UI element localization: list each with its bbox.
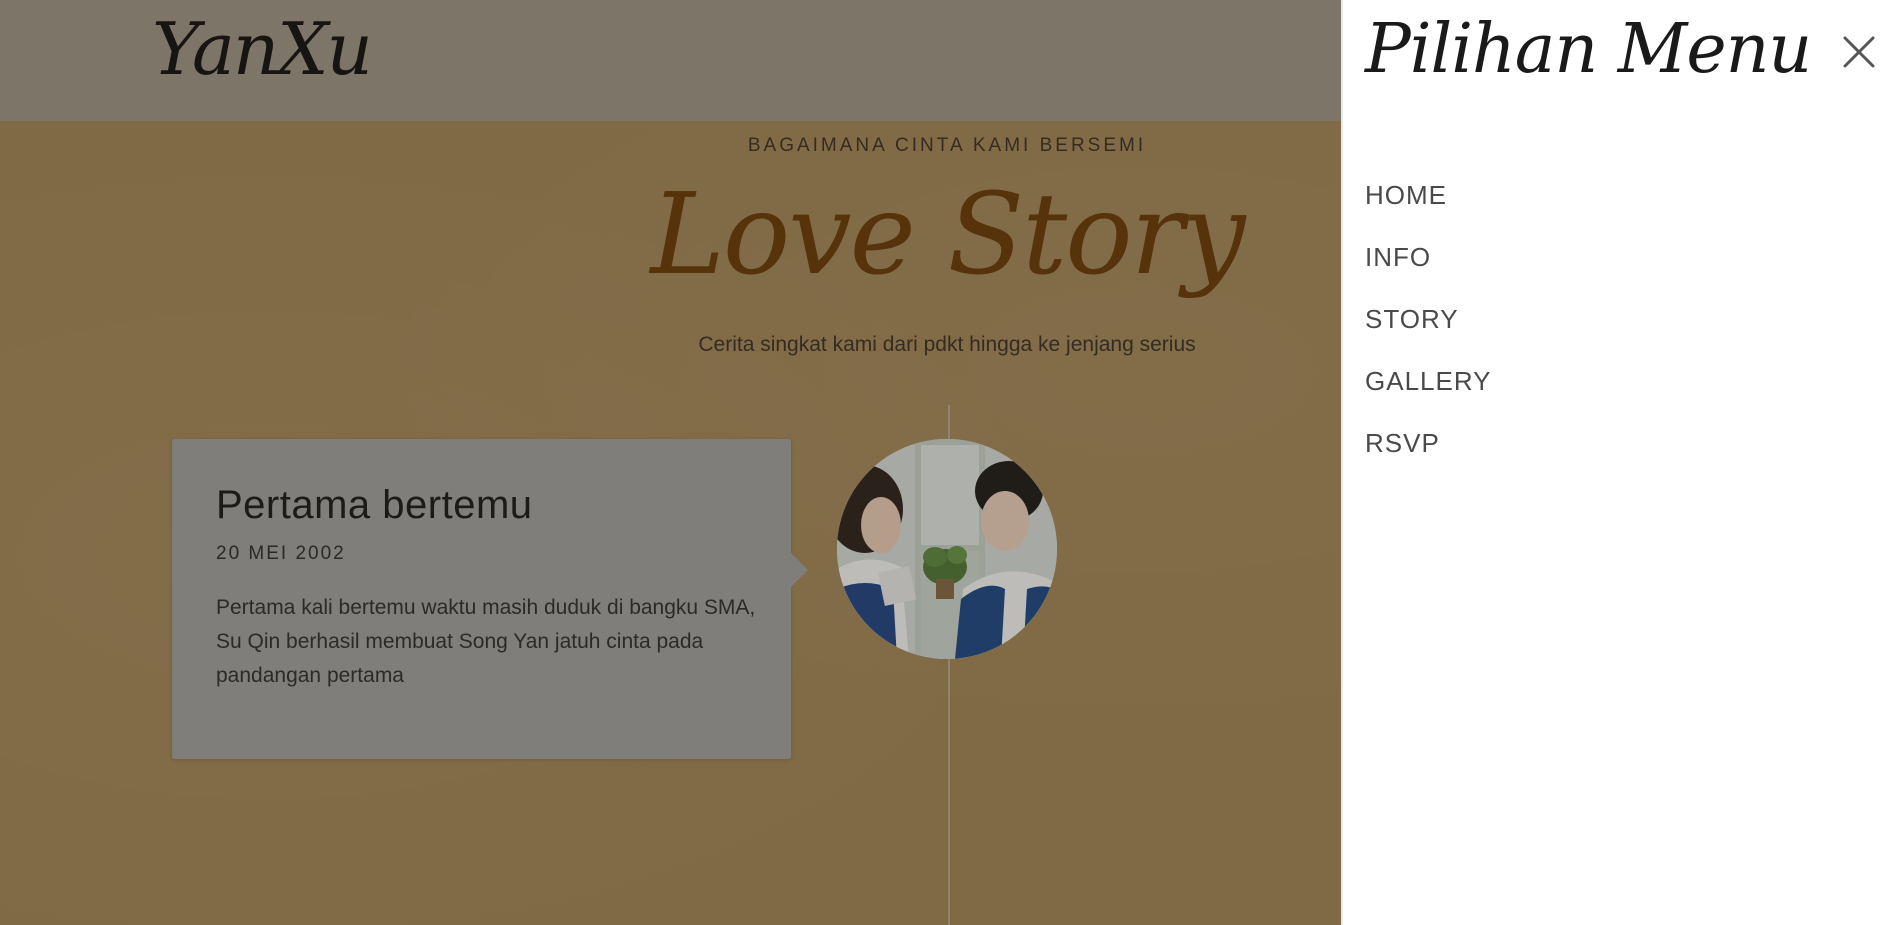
close-icon: [1843, 36, 1875, 68]
menu-item-rsvp[interactable]: RSVP: [1365, 412, 1491, 474]
top-navbar: YanXu: [0, 0, 1341, 121]
story-title: Pertama bertemu: [216, 483, 533, 527]
main-page: YanXu BAGAIMANA CINTA KAMI BERSEMI Love …: [0, 0, 1341, 925]
story-photo: [837, 439, 1057, 659]
story-description: Pertama kali bertemu waktu masih duduk d…: [216, 596, 756, 687]
story-date: 20 MEI 2002: [216, 543, 346, 564]
couple-photo-illustration: [837, 439, 1057, 659]
menu-item-info[interactable]: INFO: [1365, 226, 1491, 288]
menu-item-story[interactable]: STORY: [1365, 288, 1491, 350]
story-card: Pertama bertemu 20 MEI 2002 Pertama kali…: [172, 439, 808, 759]
story-card-pointer: [791, 553, 808, 587]
menu-title: Pilihan Menu: [1365, 10, 1812, 89]
menu-item-gallery[interactable]: GALLERY: [1365, 350, 1491, 412]
section-subtitle: Cerita singkat kami dari pdkt hingga ke …: [698, 333, 1196, 356]
menu-list: HOME INFO STORY GALLERY RSVP: [1365, 164, 1491, 474]
close-button[interactable]: [1841, 34, 1877, 70]
section-kicker: BAGAIMANA CINTA KAMI BERSEMI: [747, 135, 1147, 156]
brand-logo[interactable]: YanXu: [152, 4, 373, 94]
menu-item-home[interactable]: HOME: [1365, 164, 1491, 226]
section-title: Love Story: [650, 170, 1246, 300]
side-menu-panel: Pilihan Menu HOME INFO STORY GALLERY RSV…: [1341, 0, 1892, 925]
